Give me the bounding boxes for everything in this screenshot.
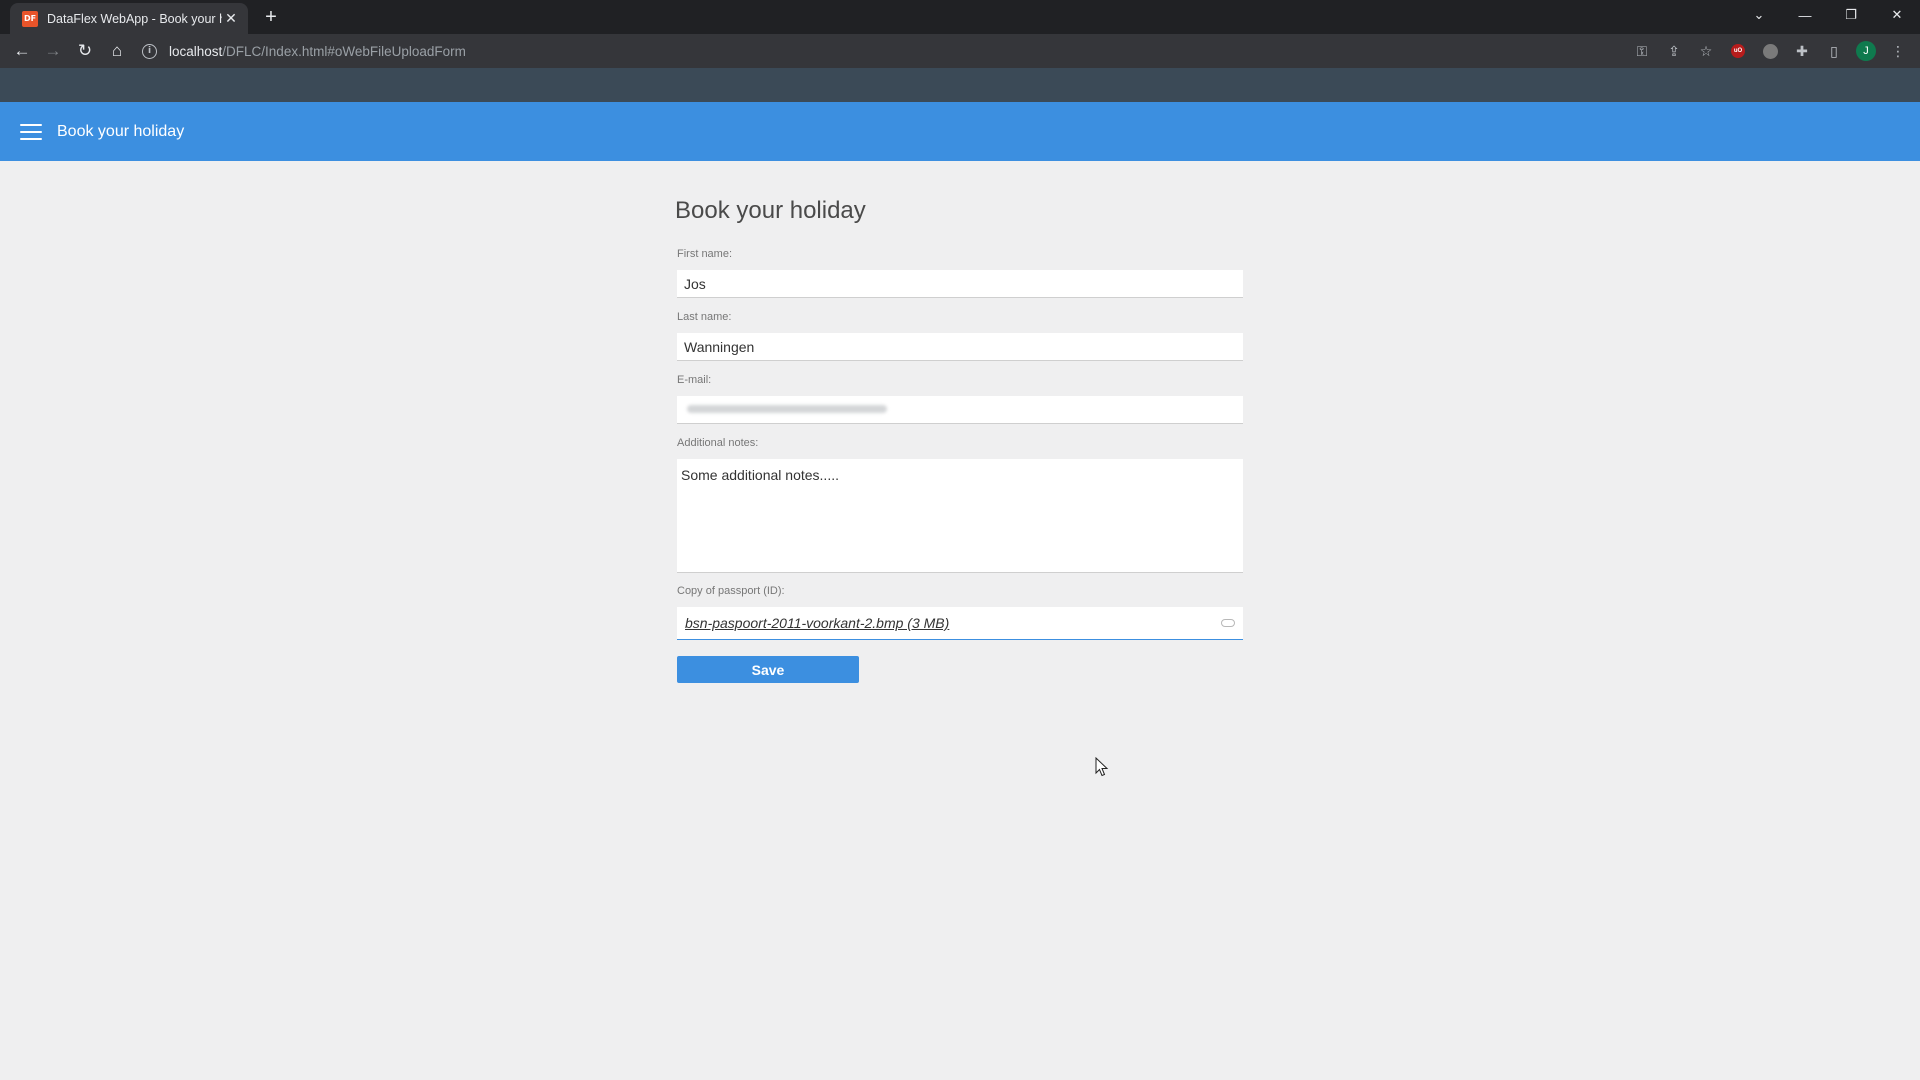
- close-window-icon[interactable]: ✕: [1874, 0, 1920, 30]
- mouse-cursor-icon: [1095, 757, 1109, 777]
- home-icon[interactable]: ⌂: [105, 39, 129, 63]
- window-controls: ⌄ — ❐ ✕: [1736, 0, 1920, 30]
- url-path: /DFLC/Index.html#oWebFileUploadForm: [222, 43, 466, 59]
- password-key-icon[interactable]: ⚿: [1630, 39, 1654, 63]
- toolbar-icons: ⚿ ⇪ ☆ uO ✚ ▯ J ⋮: [1630, 39, 1910, 63]
- browser-bookmarks-area: [0, 68, 1920, 102]
- extension-icon[interactable]: [1758, 39, 1782, 63]
- email-label: E-mail:: [677, 374, 712, 386]
- profile-avatar[interactable]: J: [1854, 39, 1878, 63]
- blurred-email-value: [687, 405, 887, 413]
- app-header: Book your holiday: [0, 102, 1920, 161]
- share-icon[interactable]: ⇪: [1662, 39, 1686, 63]
- avatar: J: [1856, 41, 1876, 61]
- url-host: localhost: [169, 43, 223, 59]
- url-text[interactable]: localhost/DFLC/Index.html#oWebFileUpload…: [169, 44, 466, 59]
- more-menu-icon[interactable]: ⋮: [1886, 39, 1910, 63]
- last-name-input[interactable]: [677, 333, 1243, 361]
- bookmark-star-icon[interactable]: ☆: [1694, 39, 1718, 63]
- tab-search-icon[interactable]: ⌄: [1736, 0, 1782, 30]
- page-title: Book your holiday: [675, 197, 866, 224]
- site-info-icon[interactable]: i: [142, 43, 157, 59]
- first-name-label: First name:: [677, 248, 733, 260]
- uploaded-file-link[interactable]: bsn-paspoort-2011-voorkant-2.bmp (3 MB): [685, 615, 1221, 631]
- notes-textarea[interactable]: Some additional notes.....: [677, 459, 1243, 573]
- first-name-input[interactable]: [677, 270, 1243, 298]
- tab-title: DataFlex WebApp - Book your holiday: [47, 11, 222, 26]
- hamburger-menu-icon[interactable]: [20, 123, 42, 140]
- extensions-puzzle-icon[interactable]: ✚: [1790, 39, 1814, 63]
- new-tab-icon[interactable]: +: [260, 6, 282, 28]
- ublock-extension-icon[interactable]: uO: [1726, 39, 1750, 63]
- notes-label: Additional notes:: [677, 437, 759, 449]
- passport-file-upload[interactable]: bsn-paspoort-2011-voorkant-2.bmp (3 MB): [677, 607, 1243, 640]
- minimize-icon[interactable]: —: [1782, 0, 1828, 30]
- ublock-extension-badge: uO: [1731, 44, 1745, 58]
- email-input[interactable]: [677, 396, 1243, 424]
- reload-icon[interactable]: ↻: [73, 39, 97, 63]
- dataflex-favicon-icon: DF: [22, 10, 38, 27]
- forward-icon[interactable]: →: [41, 39, 65, 63]
- browser-tab-active[interactable]: DF DataFlex WebApp - Book your holiday ✕: [10, 3, 248, 34]
- restore-icon[interactable]: ❐: [1828, 0, 1874, 30]
- side-panel-icon[interactable]: ▯: [1822, 39, 1846, 63]
- holiday-form: Book your holiday First name: Last name:…: [675, 196, 1243, 683]
- last-name-label: Last name:: [677, 311, 732, 323]
- extension-badge: [1762, 43, 1778, 59]
- attachment-clip-icon[interactable]: [1221, 619, 1235, 627]
- address-bar[interactable]: i localhost/DFLC/Index.html#oWebFileUplo…: [142, 38, 1642, 64]
- browser-tabstrip: DF DataFlex WebApp - Book your holiday ✕…: [0, 0, 1920, 34]
- back-icon[interactable]: ←: [10, 39, 34, 63]
- browser-toolbar: ← → ↻ ⌂ i localhost/DFLC/Index.html#oWeb…: [0, 34, 1920, 68]
- save-button[interactable]: Save: [677, 656, 859, 683]
- app-header-title: Book your holiday: [57, 122, 185, 140]
- passport-label: Copy of passport (ID):: [677, 585, 785, 597]
- tab-close-icon[interactable]: ✕: [222, 10, 240, 27]
